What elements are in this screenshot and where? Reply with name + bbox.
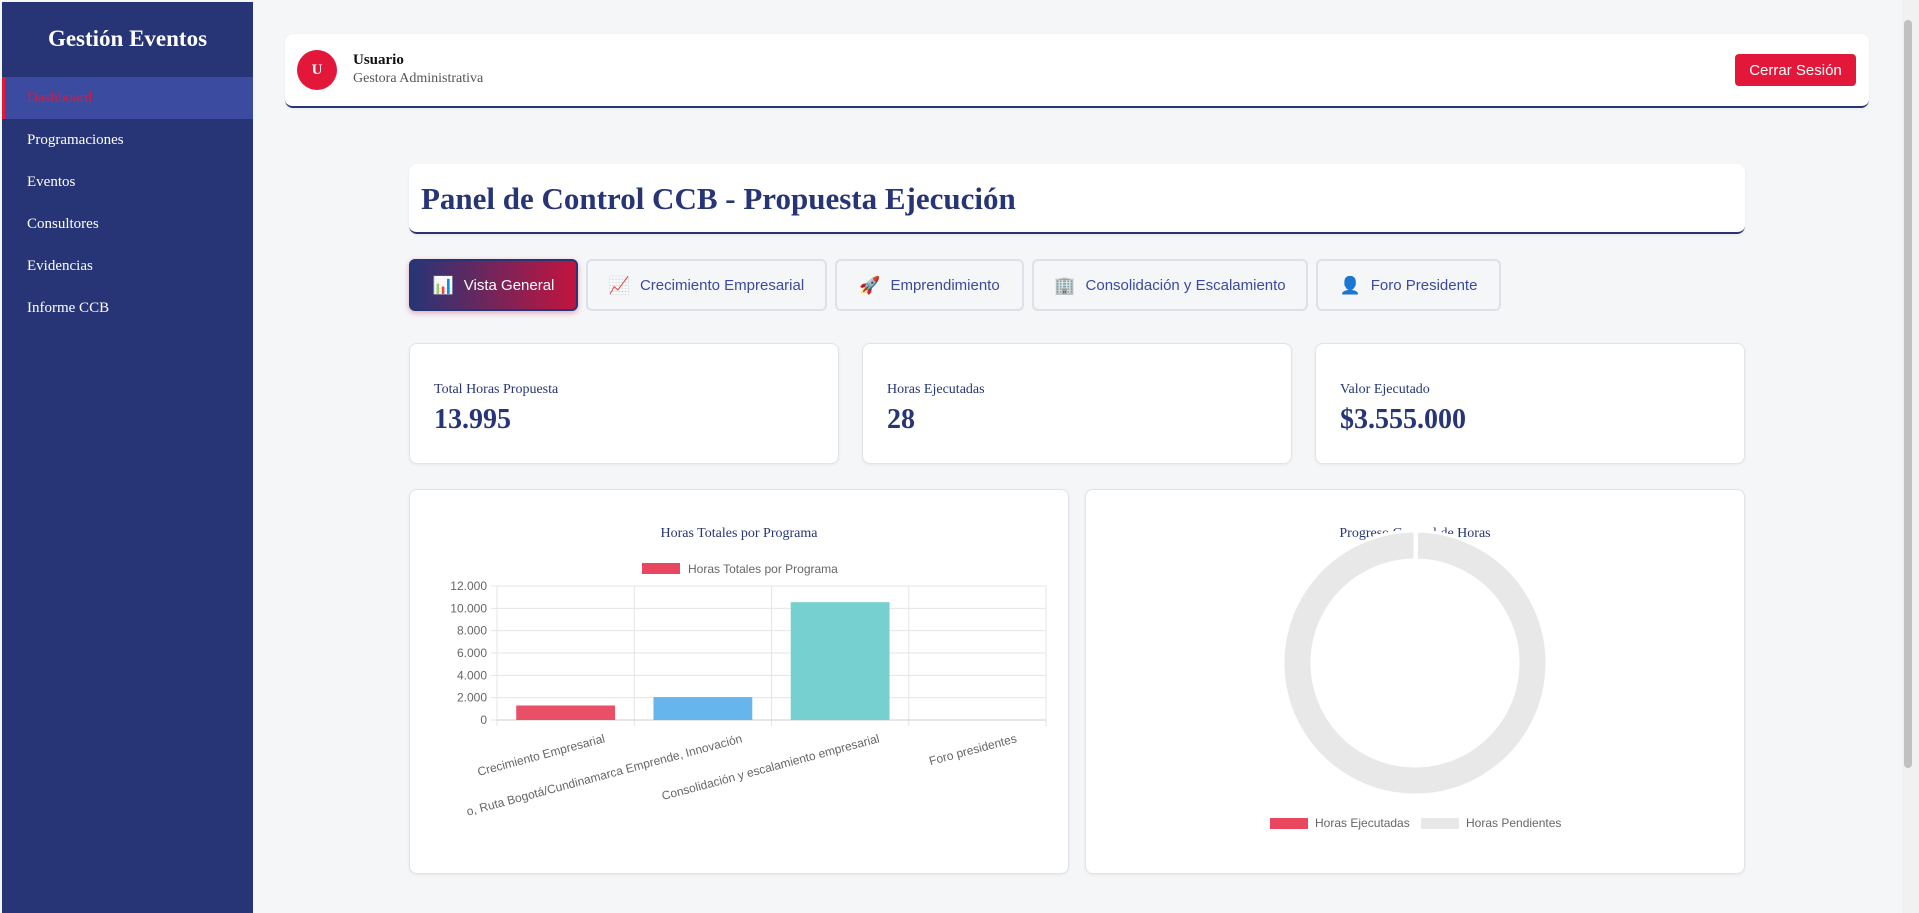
legend-swatch (1270, 818, 1308, 829)
bar-chart-card: Horas Totales por Programa Horas Totales… (409, 489, 1069, 874)
user-header: U Usuario Gestora Administrativa Cerrar … (285, 34, 1869, 108)
y-tick-label: 4.000 (457, 668, 487, 682)
sidebar-nav: Dashboard Programaciones Eventos Consult… (2, 77, 253, 329)
stat-label: Valor Ejecutado (1340, 382, 1430, 397)
page-title: Panel de Control CCB - Propuesta Ejecuci… (421, 181, 1016, 216)
stat-card-total-horas: Total Horas Propuesta 13.995 (409, 343, 839, 464)
bar (790, 602, 890, 720)
tab-emprendimiento[interactable]: 🚀 Emprendimiento (835, 259, 1024, 311)
sidebar: Gestión Eventos Dashboard Programaciones… (2, 2, 253, 913)
y-tick-label: 2.000 (457, 691, 487, 705)
donut-chart: Horas Ejecutadas Horas Pendientes (1270, 529, 1561, 830)
sidebar-item-programaciones[interactable]: Programaciones (2, 119, 253, 161)
building-icon: 🏢 (1054, 275, 1076, 295)
bar-chart-icon: 📊 (432, 275, 454, 295)
y-tick-label: 6.000 (457, 646, 487, 660)
x-tick-label: Consolidación y escalamiento empresarial (660, 731, 881, 803)
legend-label: Horas Pendientes (1466, 816, 1561, 830)
tab-foro-presidente[interactable]: 👤 Foro Presidente (1316, 259, 1501, 311)
trend-up-icon: 📈 (608, 275, 630, 295)
avatar: U (297, 50, 337, 90)
user-role: Gestora Administrativa (353, 71, 484, 86)
rocket-icon: 🚀 (859, 275, 881, 295)
stat-label: Total Horas Propuesta (434, 382, 559, 397)
user-name: Usuario (353, 52, 404, 68)
tab-crecimiento-empresarial[interactable]: 📈 Crecimiento Empresarial (586, 259, 827, 311)
tab-label: Consolidación y Escalamiento (1085, 276, 1286, 294)
sidebar-item-dashboard[interactable]: Dashboard (2, 77, 253, 119)
stat-card-valor-ejecutado: Valor Ejecutado $3.555.000 (1315, 343, 1745, 464)
logout-button[interactable]: Cerrar Sesión (1735, 54, 1856, 86)
tab-label: Emprendimiento (890, 276, 1000, 294)
bar (653, 697, 753, 720)
y-tick-label: 8.000 (457, 624, 487, 638)
stat-value: 28 (887, 404, 915, 435)
donut-slice (1281, 529, 1549, 797)
tab-vista-general[interactable]: 📊 Vista General (409, 259, 578, 311)
y-tick-label: 0 (480, 713, 487, 727)
bar-chart: Horas Totales por Programa 0 2.000 4.000 6.0… (450, 562, 1047, 819)
scrollbar-thumb[interactable] (1904, 20, 1912, 768)
y-tick-label: 10.000 (450, 601, 487, 615)
tab-consolidacion-escalamiento[interactable]: 🏢 Consolidación y Escalamiento (1032, 259, 1308, 311)
stat-value: 13.995 (434, 404, 511, 435)
stat-label: Horas Ejecutadas (887, 382, 985, 397)
title-panel: Panel de Control CCB - Propuesta Ejecuci… (409, 164, 1745, 234)
sidebar-item-evidencias[interactable]: Evidencias (2, 245, 253, 287)
tab-label: Foro Presidente (1370, 276, 1478, 294)
sidebar-item-eventos[interactable]: Eventos (2, 161, 253, 203)
x-tick-label: Foro presidentes (928, 731, 1019, 768)
legend-label: Horas Totales por Programa (688, 562, 838, 576)
app-brand: Gestión Eventos (47, 26, 208, 51)
tab-label: Vista General (463, 276, 555, 294)
stat-card-horas-ejecutadas: Horas Ejecutadas 28 (862, 343, 1292, 464)
tab-label: Crecimiento Empresarial (639, 276, 805, 294)
sidebar-item-consultores[interactable]: Consultores (2, 203, 253, 245)
stat-value: $3.555.000 (1340, 404, 1466, 435)
legend-swatch (642, 563, 680, 574)
donut-chart-card: Progreso General de Horas Horas Ejecutad… (1085, 489, 1745, 874)
person-icon: 👤 (1339, 275, 1361, 295)
sidebar-item-informe-ccb[interactable]: Informe CCB (2, 287, 253, 329)
bar (516, 705, 616, 720)
y-tick-label: 12.000 (450, 579, 487, 593)
legend-label: Horas Ejecutadas (1315, 816, 1410, 830)
legend-swatch (1421, 818, 1459, 829)
